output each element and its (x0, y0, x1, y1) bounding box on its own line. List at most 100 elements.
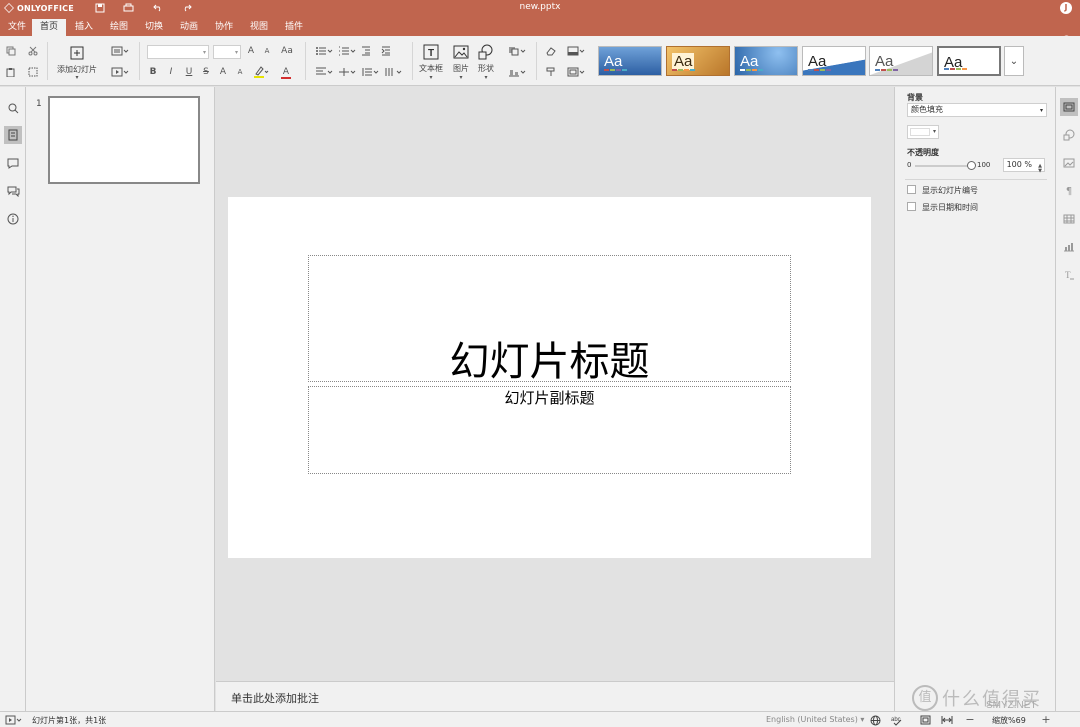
select-all-icon[interactable] (26, 65, 40, 79)
arrange-icon[interactable] (506, 45, 528, 57)
opacity-input[interactable]: 100 % ▲ ▼ (1003, 158, 1045, 174)
italic-button[interactable]: I (165, 66, 177, 78)
text-art-settings-icon[interactable]: T (1060, 266, 1078, 284)
slide-subtitle[interactable]: 幻灯片副标题 (309, 387, 790, 408)
spin-down-icon[interactable]: ▼ (1038, 165, 1042, 177)
chat-icon[interactable] (4, 182, 22, 200)
chevron-down-icon[interactable]: ▾ (482, 74, 490, 81)
chevron-down-icon[interactable]: ▾ (457, 74, 465, 81)
add-slide-icon[interactable] (68, 44, 86, 62)
tab-plugins[interactable]: 插件 (277, 19, 311, 36)
clear-style-icon[interactable] (544, 45, 558, 57)
shape-settings-icon[interactable] (1060, 126, 1078, 144)
language-selector[interactable]: English (United States) ▾ (766, 715, 864, 724)
slideshow-icon[interactable] (4, 714, 24, 726)
tab-animation[interactable]: 动画 (172, 19, 206, 36)
chart-settings-icon[interactable] (1060, 238, 1078, 256)
background-color-picker[interactable]: ▾ (907, 125, 939, 139)
image-button[interactable]: 图片 (448, 63, 474, 74)
tab-insert[interactable]: 插入 (67, 19, 101, 36)
shape-button[interactable]: 形状 (473, 63, 499, 74)
font-size-combo[interactable]: ▾ (213, 45, 241, 59)
spellcheck-icon[interactable]: abc (890, 714, 904, 726)
paragraph-settings-icon[interactable]: ¶ (1060, 182, 1078, 200)
decrease-indent-icon[interactable] (360, 45, 372, 57)
opacity-value: 100 % (1006, 160, 1032, 169)
font-color-button[interactable]: A (276, 66, 296, 80)
shape-icon[interactable] (477, 43, 495, 61)
increase-font-button[interactable]: A (245, 45, 257, 57)
chevron-down-icon[interactable]: ▾ (427, 74, 435, 81)
zoom-out-button[interactable]: − (964, 713, 976, 726)
vertical-align-icon[interactable] (337, 66, 357, 78)
zoom-in-button[interactable]: + (1040, 713, 1052, 726)
copy-icon[interactable] (4, 44, 18, 58)
show-slide-number-checkbox[interactable] (907, 185, 916, 194)
show-slide-number-label[interactable]: 显示幻灯片编号 (922, 185, 978, 196)
fit-slide-icon[interactable] (918, 714, 932, 726)
underline-button[interactable]: U (183, 66, 195, 78)
show-date-time-checkbox[interactable] (907, 202, 916, 211)
tab-file[interactable]: 文件 (0, 19, 34, 36)
info-icon[interactable] (4, 210, 22, 228)
theme-3[interactable]: Aa (734, 46, 798, 76)
opacity-slider-track[interactable] (915, 165, 971, 167)
align-left-icon[interactable] (314, 66, 334, 78)
user-avatar[interactable]: J (1060, 2, 1072, 14)
cut-icon[interactable] (26, 44, 40, 58)
text-box-button[interactable]: 文本框 (416, 63, 446, 74)
numbered-list-icon[interactable] (337, 45, 357, 57)
opacity-slider-thumb[interactable] (966, 161, 976, 170)
notes-panel[interactable]: 单击此处添加批注 (216, 681, 894, 711)
strikethrough-button[interactable]: S (200, 66, 212, 78)
slide-settings-icon[interactable] (1060, 98, 1078, 116)
comments-icon[interactable] (4, 154, 22, 172)
highlight-color-icon[interactable] (252, 64, 270, 80)
columns-icon[interactable] (383, 66, 403, 78)
show-date-time-label[interactable]: 显示日期和时间 (922, 202, 978, 213)
tab-transitions[interactable]: 切换 (137, 19, 171, 36)
superscript-button[interactable]: A (217, 66, 229, 78)
subscript-button[interactable]: A (234, 66, 246, 78)
fill-type-select[interactable]: 颜色填充 ▾ (907, 103, 1047, 117)
increase-indent-icon[interactable] (380, 45, 392, 57)
color-scheme-icon[interactable] (566, 45, 586, 57)
text-box-icon[interactable]: T (422, 43, 440, 61)
slide-size-icon[interactable] (566, 66, 586, 78)
decrease-font-button[interactable]: A (261, 45, 273, 57)
line-spacing-icon[interactable] (360, 66, 380, 78)
chevron-down-icon[interactable]: ▾ (73, 74, 81, 81)
search-icon[interactable] (4, 99, 22, 117)
image-settings-icon[interactable] (1060, 154, 1078, 172)
slide[interactable]: 幻灯片标题 幻灯片副标题 (228, 197, 871, 558)
globe-icon[interactable] (868, 714, 882, 726)
bold-button[interactable]: B (147, 66, 159, 78)
tab-collaboration[interactable]: 协作 (207, 19, 241, 36)
image-icon[interactable] (452, 43, 470, 61)
slide-thumbnail[interactable] (48, 96, 200, 184)
theme-1[interactable]: Aa (598, 46, 662, 76)
copy-style-icon[interactable] (544, 66, 558, 78)
slides-panel-icon[interactable] (4, 126, 22, 144)
theme-4[interactable]: Aa (802, 46, 866, 76)
tab-home[interactable]: 首页 (32, 19, 67, 36)
change-case-button[interactable]: Aa (277, 45, 297, 57)
fit-width-icon[interactable] (940, 714, 954, 726)
paste-icon[interactable] (4, 65, 18, 79)
slide-title[interactable]: 幻灯片标题 (309, 329, 790, 387)
tab-draw[interactable]: 绘图 (102, 19, 136, 36)
table-settings-icon[interactable] (1060, 210, 1078, 228)
theme-6[interactable]: Aa (937, 46, 1001, 76)
tab-view[interactable]: 视图 (242, 19, 276, 36)
subtitle-placeholder[interactable]: 幻灯片副标题 (308, 386, 791, 474)
bullet-list-icon[interactable] (314, 45, 334, 57)
font-name-combo[interactable]: ▾ (147, 45, 209, 59)
themes-more-button[interactable]: ⌄ (1004, 46, 1024, 76)
theme-2[interactable]: Aa (666, 46, 730, 76)
theme-5[interactable]: Aa (869, 46, 933, 76)
slide-layout-icon[interactable] (109, 45, 131, 57)
align-shape-icon[interactable] (506, 66, 528, 78)
notes-placeholder[interactable]: 单击此处添加批注 (231, 690, 319, 706)
title-placeholder[interactable]: 幻灯片标题 (308, 255, 791, 385)
start-slideshow-icon[interactable] (109, 66, 131, 78)
